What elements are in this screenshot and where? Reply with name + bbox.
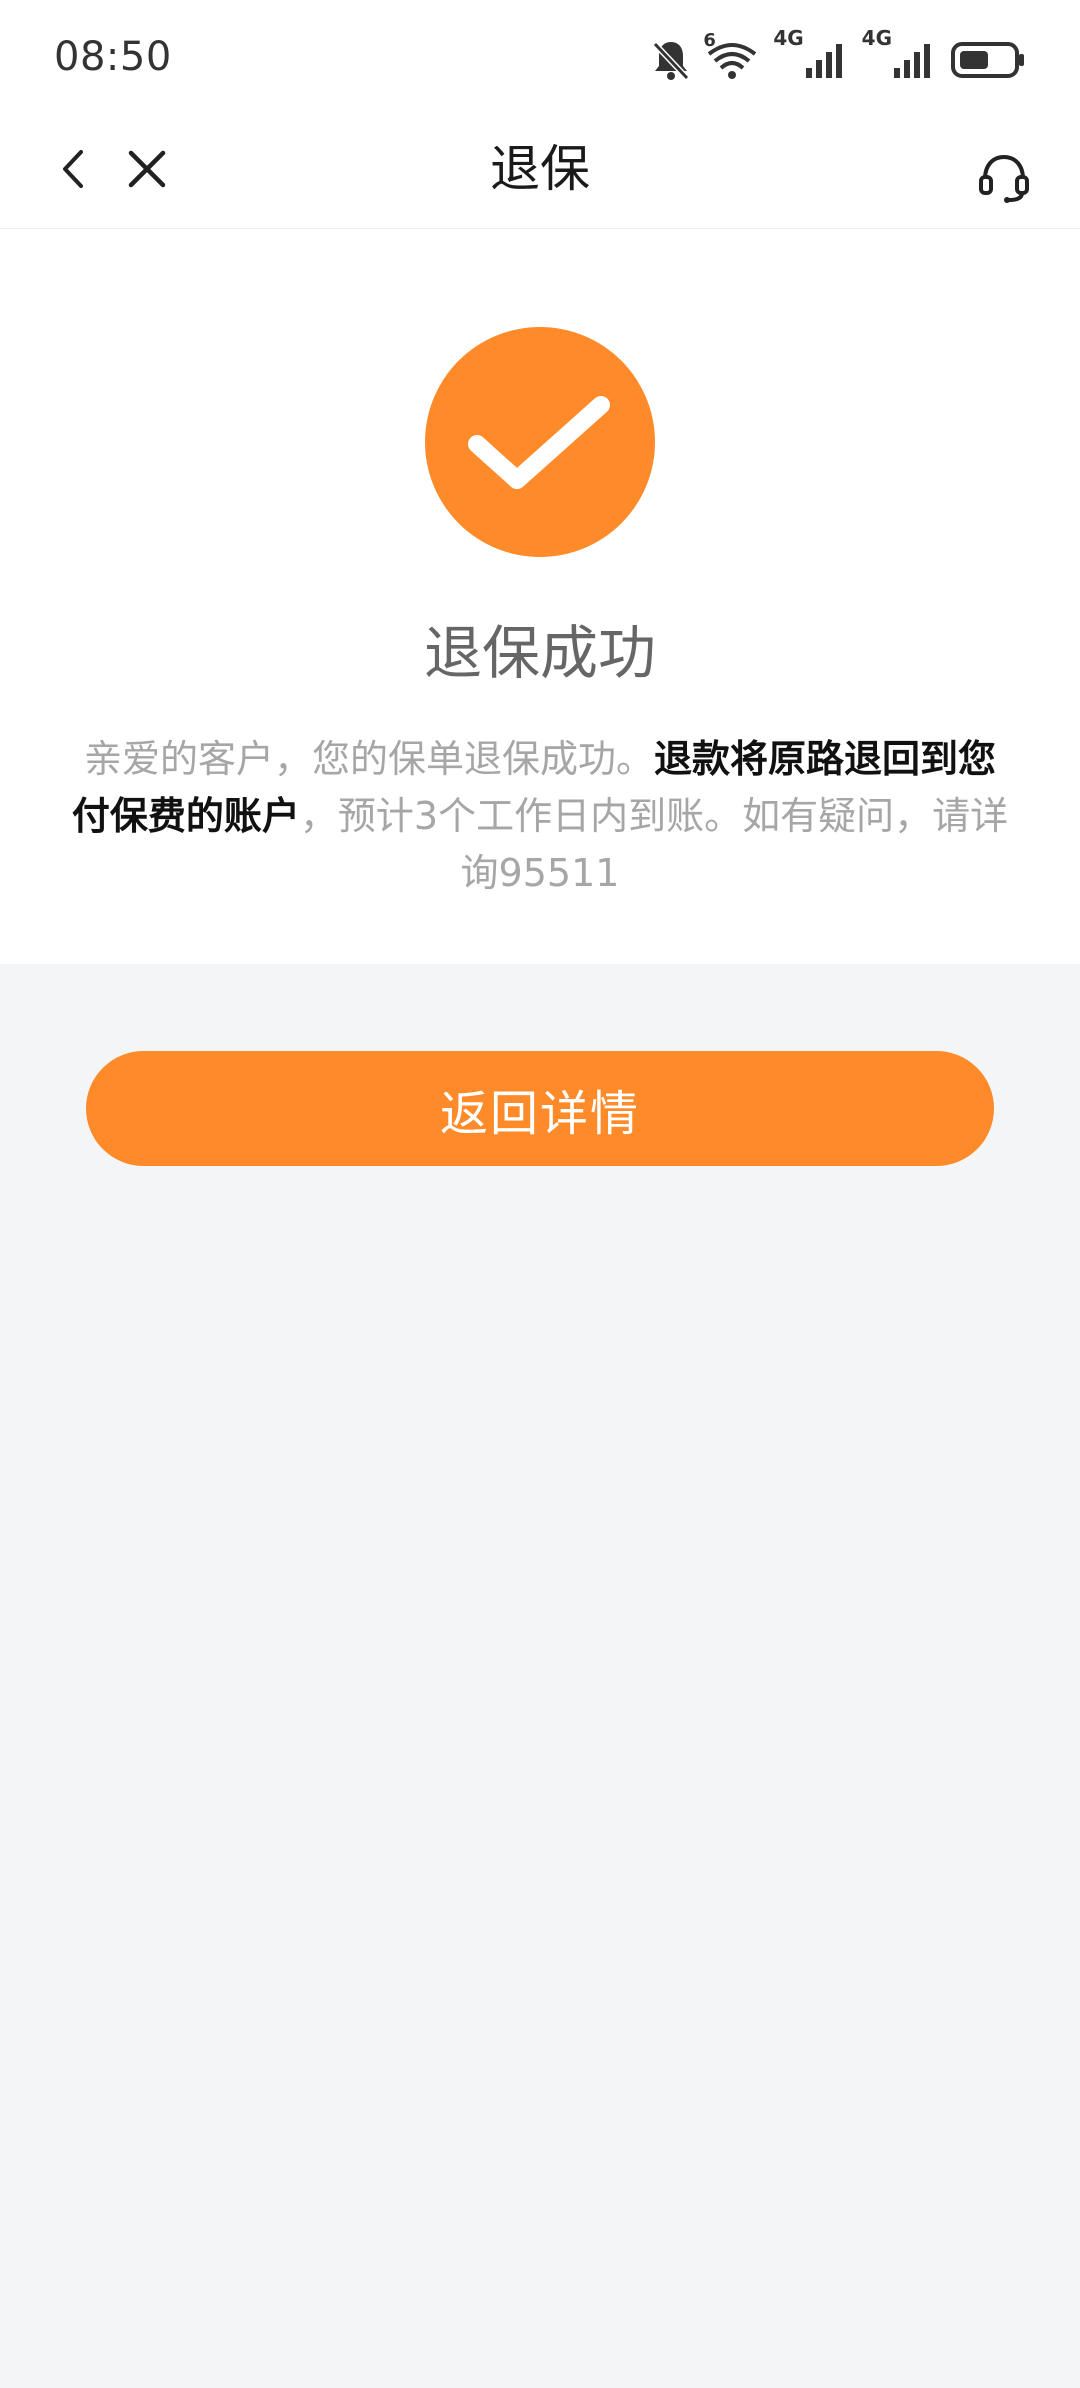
signal-4g-icon: 4G — [773, 26, 847, 80]
customer-service-button[interactable] — [968, 140, 1040, 212]
page-title: 退保 — [490, 140, 590, 198]
mute-bell-icon — [651, 38, 691, 82]
result-card: 退保成功 亲爱的客户，您的保单退保成功。退款将原路退回到您付保费的账户，预计3个… — [0, 229, 1080, 964]
result-description: 亲爱的客户，您的保单退保成功。退款将原路退回到您付保费的账户，预计3个工作日内到… — [70, 731, 1010, 902]
result-desc-part1: 亲爱的客户，您的保单退保成功。 — [83, 737, 654, 781]
battery-icon — [950, 40, 1026, 80]
network-label: 4G — [773, 26, 804, 50]
success-badge — [425, 327, 655, 557]
wifi-icon: 6 — [703, 30, 759, 82]
status-bar: 08:50 6 4G 4G — [0, 0, 1080, 120]
status-time: 08:50 — [54, 34, 172, 80]
wifi-label: 6 — [703, 30, 716, 51]
headset-icon — [979, 154, 1029, 203]
network-label: 4G — [861, 26, 892, 50]
return-details-button[interactable]: 返回详情 — [86, 1051, 994, 1166]
result-title: 退保成功 — [423, 619, 656, 687]
screen: 08:50 6 4G 4G 退保 退保成功 亲爱的客户，您的保单退保成功。退款将… — [0, 0, 1080, 2388]
result-desc-part2: ，预计3个工作日内到账。如有疑问，请详询95511 — [299, 794, 1009, 895]
status-icons: 6 4G 4G — [651, 26, 1026, 90]
check-icon — [468, 396, 610, 489]
nav-bar: 退保 — [0, 120, 1080, 229]
signal-4g-icon: 4G — [862, 26, 936, 80]
